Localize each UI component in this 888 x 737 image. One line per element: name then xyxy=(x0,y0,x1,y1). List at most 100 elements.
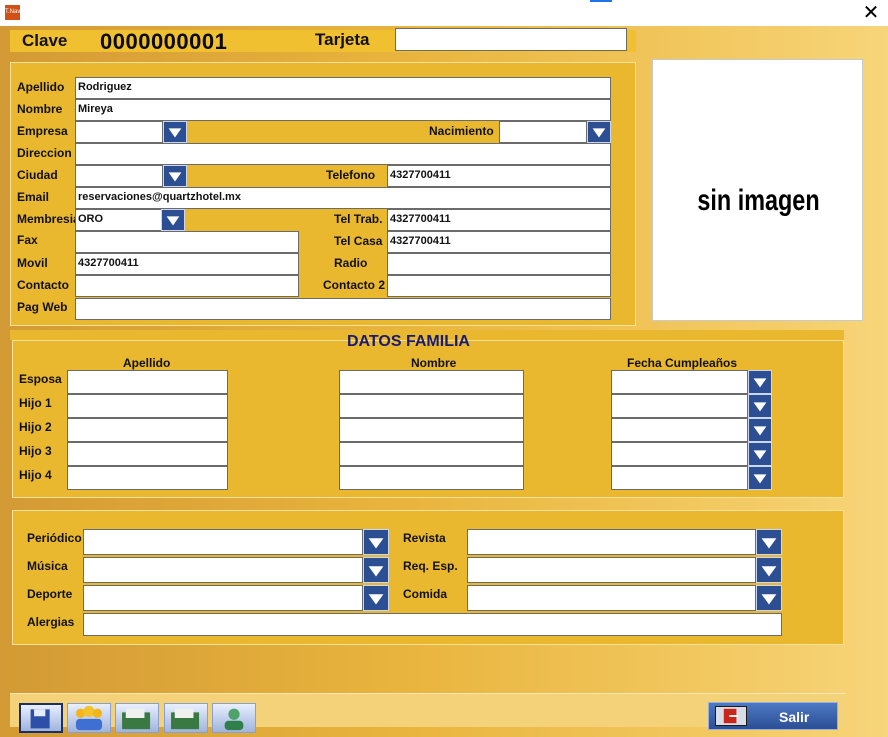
family-apellido-field[interactable] xyxy=(67,418,228,442)
family-row-label: Esposa xyxy=(19,372,62,386)
arrow-down-icon xyxy=(166,216,180,226)
contacto-label: Contacto xyxy=(17,278,69,292)
nacimiento-label: Nacimiento xyxy=(429,124,494,138)
periodico-field[interactable] xyxy=(83,529,363,555)
pagweb-field[interactable] xyxy=(75,298,611,320)
arrow-down-icon xyxy=(753,378,767,388)
reqesp-dropdown-button[interactable] xyxy=(756,557,782,583)
nombre-field[interactable]: Mireya xyxy=(75,99,611,121)
ciudad-dropdown-button[interactable] xyxy=(163,165,187,187)
radio-label: Radio xyxy=(334,256,368,270)
arrow-down-icon xyxy=(753,474,767,484)
musica-field[interactable] xyxy=(83,557,363,583)
save-toolbar-button[interactable] xyxy=(19,703,63,733)
membresia-field[interactable]: ORO xyxy=(75,209,163,231)
family-col-fecha: Fecha Cumpleaños xyxy=(627,356,738,370)
family-fecha-field[interactable] xyxy=(611,418,748,442)
folder-toolbar-button-2[interactable] xyxy=(164,703,208,733)
family-col-apellido: Apellido xyxy=(123,356,171,370)
salir-button[interactable]: Salir xyxy=(708,702,838,730)
family-fecha-field[interactable] xyxy=(611,394,748,418)
user-toolbar-button[interactable] xyxy=(212,703,256,733)
folder-icon xyxy=(171,708,200,730)
arrow-down-icon xyxy=(592,128,606,138)
empresa-field[interactable] xyxy=(75,121,163,143)
window-accent-line xyxy=(590,0,612,2)
empresa-label: Empresa xyxy=(17,124,68,138)
telefono-field[interactable]: 4327700411 xyxy=(387,165,611,187)
tarjeta-input[interactable] xyxy=(395,28,627,51)
family-nombre-field[interactable] xyxy=(339,418,524,442)
family-fecha-field[interactable] xyxy=(611,442,748,466)
arrow-down-icon xyxy=(168,128,182,138)
photo-placeholder-text: sin imagen xyxy=(697,184,820,217)
family-apellido-field[interactable] xyxy=(67,442,228,466)
contacto2-label: Contacto 2 xyxy=(323,278,386,292)
guest-photo[interactable]: sin imagen xyxy=(652,59,863,321)
direccion-field[interactable] xyxy=(75,143,611,165)
close-window-button[interactable]: ✕ xyxy=(858,2,884,24)
deporte-label: Deporte xyxy=(27,587,73,601)
movil-field[interactable]: 4327700411 xyxy=(75,253,299,275)
family-nombre-field[interactable] xyxy=(339,394,524,418)
comida-field[interactable] xyxy=(467,585,756,611)
clave-label: Clave xyxy=(22,31,68,50)
family-nombre-field[interactable] xyxy=(339,466,524,490)
email-label: Email xyxy=(17,190,50,204)
family-nombre-field[interactable] xyxy=(339,370,524,394)
reqesp-label: Req. Esp. xyxy=(403,559,458,573)
arrow-down-icon xyxy=(761,566,777,577)
fax-label: Fax xyxy=(17,233,38,247)
family-fecha-field[interactable] xyxy=(611,466,748,490)
teltrab-label: Tel Trab. xyxy=(334,212,383,226)
floppy-disk-icon xyxy=(30,709,50,729)
fax-field[interactable] xyxy=(75,231,299,253)
periodico-dropdown-button[interactable] xyxy=(363,529,389,555)
empresa-dropdown-button[interactable] xyxy=(163,121,187,143)
family-fecha-dropdown-button[interactable] xyxy=(748,466,772,490)
membresia-dropdown-button[interactable] xyxy=(161,209,185,231)
contacto2-field[interactable] xyxy=(387,275,611,297)
apellido-field[interactable]: Rodriguez xyxy=(75,77,611,99)
family-apellido-field[interactable] xyxy=(67,466,228,490)
family-col-nombre: Nombre xyxy=(411,356,457,370)
family-apellido-field[interactable] xyxy=(67,394,228,418)
musica-dropdown-button[interactable] xyxy=(363,557,389,583)
family-fecha-dropdown-button[interactable] xyxy=(748,442,772,466)
family-fecha-field[interactable] xyxy=(611,370,748,394)
arrow-down-icon xyxy=(761,538,777,549)
radio-field[interactable] xyxy=(387,253,611,275)
family-fecha-dropdown-button[interactable] xyxy=(748,394,772,418)
folder-toolbar-button[interactable] xyxy=(115,703,159,733)
arrow-down-icon xyxy=(753,450,767,460)
deporte-field[interactable] xyxy=(83,585,363,611)
family-fecha-dropdown-button[interactable] xyxy=(748,370,772,394)
nacimiento-dropdown-button[interactable] xyxy=(587,121,611,143)
email-field[interactable]: reservaciones@quartzhotel.mx xyxy=(75,187,611,209)
family-fecha-dropdown-button[interactable] xyxy=(748,418,772,442)
alergias-field[interactable] xyxy=(83,613,782,636)
contacto-field[interactable] xyxy=(75,275,299,297)
salir-label: Salir xyxy=(779,709,810,725)
telcasa-field[interactable]: 4327700411 xyxy=(387,231,611,253)
teltrab-field[interactable]: 4327700411 xyxy=(387,209,611,231)
revista-label: Revista xyxy=(403,531,446,545)
group-toolbar-button[interactable] xyxy=(67,703,111,733)
ciudad-field[interactable] xyxy=(75,165,163,187)
user-icon xyxy=(224,708,244,731)
reqesp-field[interactable] xyxy=(467,557,756,583)
arrow-down-icon xyxy=(753,426,767,436)
revista-dropdown-button[interactable] xyxy=(756,529,782,555)
comida-dropdown-button[interactable] xyxy=(756,585,782,611)
membresia-label: Membresia xyxy=(17,212,80,226)
nacimiento-field[interactable] xyxy=(499,121,587,143)
family-apellido-field[interactable] xyxy=(67,370,228,394)
revista-field[interactable] xyxy=(467,529,756,555)
musica-label: Música xyxy=(27,559,68,573)
apellido-label: Apellido xyxy=(17,80,65,94)
family-nombre-field[interactable] xyxy=(339,442,524,466)
family-row-label: Hijo 1 xyxy=(19,396,52,410)
clave-value: 0000000001 xyxy=(100,29,228,54)
arrow-down-icon xyxy=(368,594,384,605)
deporte-dropdown-button[interactable] xyxy=(363,585,389,611)
